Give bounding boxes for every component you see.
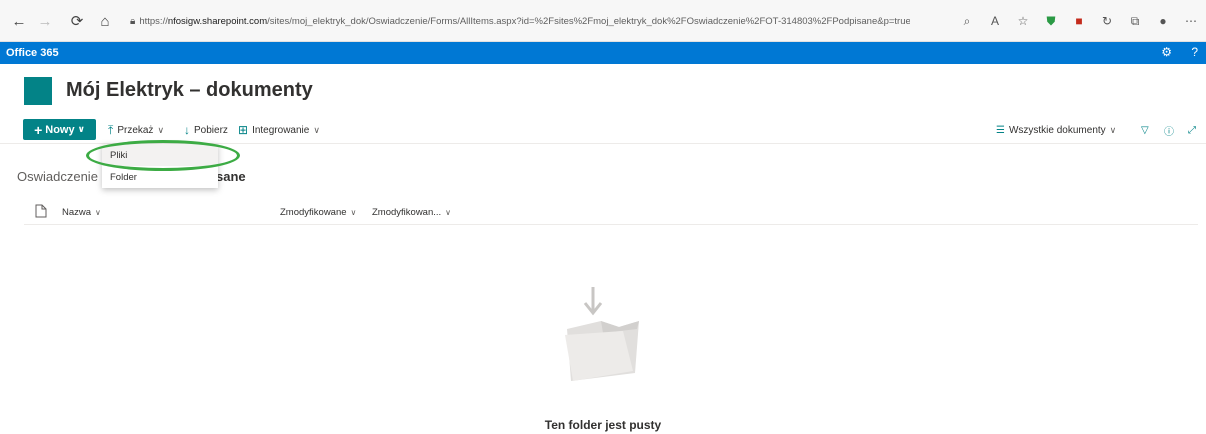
browser-toolbar: ← → ⟳ ⌂ 🔒︎ https://nfosigw.sharepoint.co… xyxy=(0,0,1206,42)
collections-icon[interactable]: ⧉ xyxy=(1124,10,1146,32)
view-switcher[interactable]: ☰ Wszystkie dokumenty ∨ xyxy=(996,120,1116,140)
chevron-down-icon: ∨ xyxy=(95,208,101,217)
chevron-down-icon: ∨ xyxy=(313,124,320,135)
address-bar[interactable]: 🔒︎ https://nfosigw.sharepoint.com/sites/… xyxy=(130,9,910,33)
url-path: /sites/moj_elektryk_dok/Oswiadczenie/For… xyxy=(267,15,910,27)
highlight-ring xyxy=(86,140,240,171)
forward-icon[interactable]: → xyxy=(32,8,58,34)
column-modified-by[interactable]: Zmodyfikowan... ∨ xyxy=(372,207,451,218)
info-icon[interactable]: ⓘ xyxy=(1164,120,1174,140)
download-button[interactable]: ↓ Pobierz xyxy=(184,120,228,140)
site-logo[interactable] xyxy=(24,77,52,105)
read-aloud-icon[interactable]: A xyxy=(984,10,1006,32)
download-label: Pobierz xyxy=(194,124,228,136)
view-label: Wszystkie dokumenty xyxy=(1008,124,1106,136)
integrate-button[interactable]: ⊞ Integrowanie ∨ xyxy=(238,120,320,140)
integrate-label: Integrowanie xyxy=(252,124,310,136)
plus-icon: + xyxy=(34,121,43,138)
extensions-icon[interactable]: ↻ xyxy=(1096,10,1118,32)
column-name[interactable]: Nazwa ∨ xyxy=(62,207,101,218)
extension-icon[interactable]: ■ xyxy=(1068,10,1090,32)
chevron-down-icon: ∨ xyxy=(350,208,357,217)
site-title[interactable]: Mój Elektryk – dokumenty xyxy=(66,79,313,102)
file-type-icon[interactable] xyxy=(35,204,47,218)
office-brand[interactable]: Office 365 xyxy=(0,47,59,59)
integrate-icon: ⊞ xyxy=(238,123,249,137)
empty-folder-icon xyxy=(565,287,639,381)
filter-icon[interactable]: ▽ xyxy=(1141,120,1149,140)
favorites-icon[interactable]: ☆ xyxy=(1012,10,1034,32)
upload-label: Przekaż xyxy=(117,124,154,136)
new-button-label: Nowy xyxy=(45,123,75,136)
upload-icon: ⤒ xyxy=(108,122,114,137)
column-modified-by-label: Zmodyfikowan... xyxy=(372,207,442,218)
lock-icon: 🔒︎ xyxy=(130,15,136,27)
new-button[interactable]: + Nowy ∨ xyxy=(23,119,96,140)
refresh-icon[interactable]: ⟳ xyxy=(64,8,90,34)
chevron-down-icon: ∨ xyxy=(77,124,85,134)
search-page-icon[interactable]: ⌕ xyxy=(956,10,978,32)
empty-folder-message: Ten folder jest pusty xyxy=(544,418,662,432)
office-suite-bar: Office 365 ⚙ ? xyxy=(0,42,1206,64)
upload-button[interactable]: ⤒ Przekaż ∨ xyxy=(108,120,164,140)
chevron-down-icon: ∨ xyxy=(157,124,165,135)
profile-avatar-icon[interactable]: ● xyxy=(1152,10,1174,32)
column-header-row: Nazwa ∨ Zmodyfikowane ∨ Zmodyfikowan... … xyxy=(24,199,1198,225)
list-view-icon: ☰ xyxy=(996,124,1005,136)
home-icon[interactable]: ⌂ xyxy=(92,8,118,34)
help-icon[interactable]: ? xyxy=(1191,45,1198,59)
column-modified[interactable]: Zmodyfikowane ∨ xyxy=(280,207,356,218)
breadcrumb-current: sane xyxy=(216,169,246,184)
settings-gear-icon[interactable]: ⚙ xyxy=(1161,45,1172,59)
shield-extension-icon[interactable]: ⛊ xyxy=(1040,10,1062,32)
chevron-down-icon: ∨ xyxy=(445,208,452,217)
column-name-label: Nazwa xyxy=(62,207,92,218)
more-menu-icon[interactable]: ⋯ xyxy=(1180,10,1202,32)
expand-icon[interactable]: ⤢ xyxy=(1188,120,1196,140)
url-prefix: https:// xyxy=(139,15,168,27)
download-icon: ↓ xyxy=(184,123,190,137)
breadcrumb-root[interactable]: Oswiadczenie xyxy=(17,169,98,184)
chevron-down-icon: ∨ xyxy=(1109,124,1117,135)
column-modified-label: Zmodyfikowane xyxy=(280,207,347,218)
back-icon[interactable]: ← xyxy=(6,8,32,34)
url-host: nfosigw.sharepoint.com xyxy=(167,15,268,27)
